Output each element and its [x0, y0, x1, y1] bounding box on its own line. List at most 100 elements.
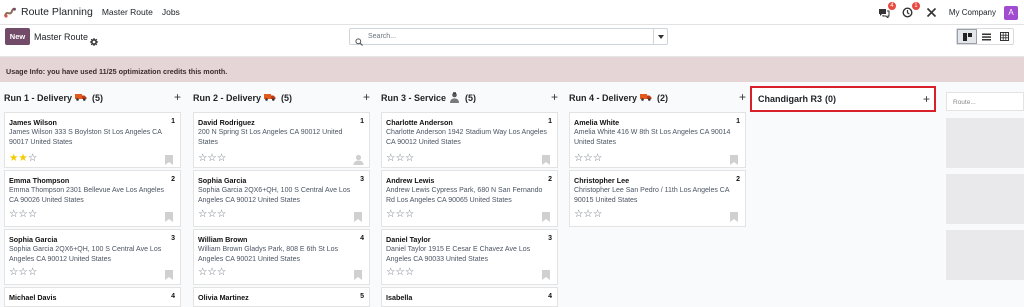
card-sequence: 1 [548, 118, 552, 125]
company-switcher[interactable]: My Company [949, 8, 996, 17]
bookmark-icon[interactable] [165, 270, 173, 282]
kanban-card[interactable]: Amelia White 1 Amelia White 416 W 8th St… [569, 112, 746, 168]
card-sequence: 2 [548, 176, 552, 183]
search-bar[interactable]: Search... [349, 28, 668, 46]
truck-icon [264, 93, 276, 103]
kanban-card[interactable]: Isabella 4 [381, 287, 558, 307]
priority-stars[interactable]: ☆☆☆ [198, 153, 226, 164]
priority-stars[interactable]: ☆☆☆ [198, 209, 226, 220]
card-address: Charlotte Anderson 1942 Stadium Way Los … [386, 129, 547, 146]
bookmark-icon[interactable] [542, 270, 550, 282]
menu-master-route[interactable]: Master Route [102, 7, 153, 17]
kanban-view-button[interactable] [957, 29, 977, 44]
gear-icon[interactable] [90, 33, 98, 51]
app-name[interactable]: Route Planning [21, 6, 93, 18]
priority-stars[interactable]: ☆☆☆ [9, 267, 37, 278]
column-header: Run 1 - Delivery (5) + [4, 91, 181, 105]
kanban-card[interactable]: Michael Davis 4 [4, 287, 181, 307]
quick-create-column: Route... [946, 92, 1024, 292]
column-title[interactable]: Run 3 - Service [381, 93, 446, 103]
bookmark-icon[interactable] [165, 212, 173, 224]
quick-add-icon[interactable]: + [551, 91, 558, 103]
kanban-card[interactable]: James Wilson 1 James Wilson 333 S Boylst… [4, 112, 181, 168]
card-name: Olivia Martinez [198, 293, 249, 302]
priority-stars[interactable]: ☆☆☆ [386, 209, 414, 220]
card-address: 200 N Spring St Los Angeles CA 90012 Uni… [198, 129, 343, 146]
debug-tools-icon[interactable] [925, 6, 939, 20]
kanban-card[interactable]: Christopher Lee 2 Christopher Lee San Pe… [569, 170, 746, 227]
caret-down-icon [657, 34, 664, 39]
user-icon[interactable] [353, 154, 364, 167]
card-address: Andrew Lewis Cypress Park, 680 N San Fer… [386, 187, 543, 204]
bookmark-icon[interactable] [354, 270, 362, 282]
app-logo-icon[interactable] [4, 7, 16, 18]
card-sequence: 1 [736, 118, 740, 125]
card-name: Christopher Lee [574, 176, 630, 185]
ghost-card [946, 230, 1024, 280]
ghost-card [946, 174, 1024, 224]
card-sequence: 2 [736, 176, 740, 183]
route-name-input[interactable]: Route... [946, 92, 1024, 111]
kanban-card[interactable]: Sophia Garcia 3 Sophia Garcia 2QX6+QH, 1… [193, 170, 370, 227]
kanban-card[interactable]: Emma Thompson 2 Emma Thompson 2301 Belle… [4, 170, 181, 227]
card-address: William Brown Gladys Park, 808 E 6th St … [198, 246, 339, 263]
quick-add-icon[interactable]: + [174, 91, 181, 103]
priority-stars[interactable]: ☆☆☆ [9, 209, 37, 220]
column-title[interactable]: Run 4 - Delivery [569, 93, 637, 103]
menu-jobs[interactable]: Jobs [162, 7, 180, 17]
priority-stars[interactable]: ☆☆☆ [386, 267, 414, 278]
bookmark-icon[interactable] [542, 155, 550, 167]
kanban-card[interactable]: Olivia Martinez 5 [193, 287, 370, 307]
bookmark-icon[interactable] [730, 212, 738, 224]
top-navbar: Route Planning Master Route Jobs 4 1 My … [0, 0, 1024, 25]
new-column-header[interactable]: Chandigarh R3 (0) + [750, 86, 936, 112]
card-address: Sophia Garcia 2QX6+QH, 100 S Central Ave… [9, 246, 162, 263]
card-name: Amelia White [574, 118, 620, 127]
column-title[interactable]: Run 1 - Delivery [4, 93, 72, 103]
user-avatar[interactable]: A [1004, 5, 1018, 20]
priority-stars[interactable]: ☆☆☆ [198, 267, 226, 278]
column-title[interactable]: Run 2 - Delivery [193, 93, 261, 103]
card-name: Andrew Lewis [386, 176, 435, 185]
kanban-card[interactable]: Andrew Lewis 2 Andrew Lewis Cypress Park… [381, 170, 558, 227]
bookmark-icon[interactable] [730, 155, 738, 167]
column-count: (5) [281, 93, 293, 103]
kanban-card[interactable]: David Rodriguez 1 200 N Spring St Los An… [193, 112, 370, 168]
search-options-toggle[interactable] [653, 29, 667, 44]
priority-stars[interactable]: ★★☆ [9, 153, 37, 164]
quick-add-icon[interactable]: + [739, 91, 746, 103]
quick-add-icon[interactable]: + [923, 93, 930, 105]
column-count: (5) [92, 93, 104, 103]
search-icon [355, 33, 363, 51]
card-address: Emma Thompson 2301 Bellevue Ave Los Ange… [9, 187, 165, 204]
control-panel: New Master Route Search... [0, 25, 1024, 57]
bookmark-icon[interactable] [354, 212, 362, 224]
bookmark-icon[interactable] [165, 155, 173, 167]
list-view-button[interactable] [977, 29, 995, 44]
priority-stars[interactable]: ☆☆☆ [574, 153, 602, 164]
kanban-card[interactable]: William Brown 4 William Brown Gladys Par… [193, 229, 370, 285]
card-sequence: 4 [360, 235, 364, 242]
kanban-card[interactable]: Daniel Taylor 3 Daniel Taylor 1915 E Ces… [381, 229, 558, 285]
bookmark-icon[interactable] [542, 212, 550, 224]
card-name: William Brown [198, 235, 248, 244]
quick-add-icon[interactable]: + [363, 91, 370, 103]
card-sequence: 3 [548, 235, 552, 242]
kanban-card[interactable]: Sophia Garcia 3 Sophia Garcia 2QX6+QH, 1… [4, 229, 181, 285]
priority-stars[interactable]: ☆☆☆ [574, 209, 602, 220]
usage-info-banner: Usage Info: you have used 11/25 optimiza… [0, 57, 1024, 82]
kanban-card[interactable]: Charlotte Anderson 1 Charlotte Anderson … [381, 112, 558, 168]
messages-icon[interactable]: 4 [877, 1, 896, 20]
breadcrumb-title: Master Route [34, 32, 89, 42]
card-sequence: 2 [171, 176, 175, 183]
column-header: Run 3 - Service (5) + [381, 91, 558, 105]
activity-clock-icon[interactable]: 1 [901, 1, 920, 20]
new-button[interactable]: New [5, 28, 30, 45]
map-view-button[interactable] [995, 29, 1013, 44]
card-name: Daniel Taylor [386, 235, 431, 244]
column-title[interactable]: Chandigarh R3 [758, 94, 822, 104]
priority-stars[interactable]: ☆☆☆ [386, 153, 414, 164]
search-input[interactable]: Search... [368, 33, 396, 40]
column-count: (0) [825, 94, 837, 104]
kanban-board: Run 1 - Delivery (5) + James Wilson 1 Ja… [0, 82, 1024, 307]
